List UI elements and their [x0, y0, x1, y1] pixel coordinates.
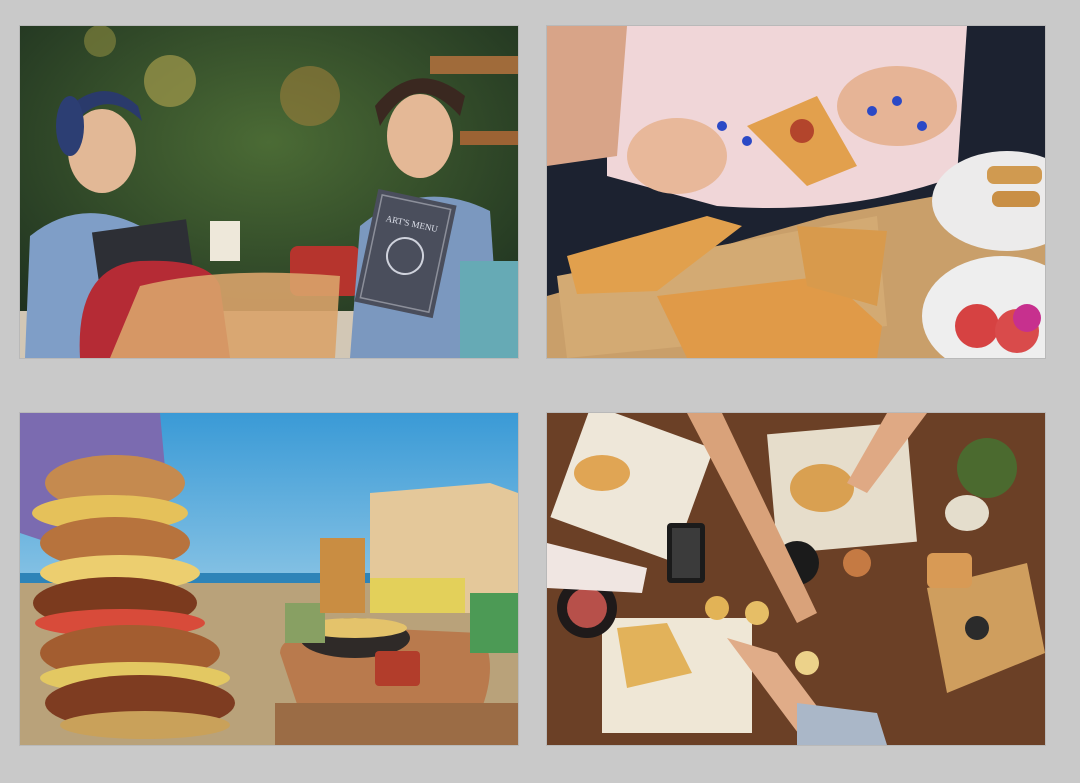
photo-burger-stack-at-beach [20, 413, 518, 745]
photo-overhead-food-table [547, 413, 1045, 745]
photo-cafe-women-with-menus: ART'S MENU [20, 26, 518, 358]
photo-hand-tearing-pastry [547, 26, 1045, 358]
photo-collage-page: { "collage": { "background_color": "#c9c… [0, 0, 1080, 783]
